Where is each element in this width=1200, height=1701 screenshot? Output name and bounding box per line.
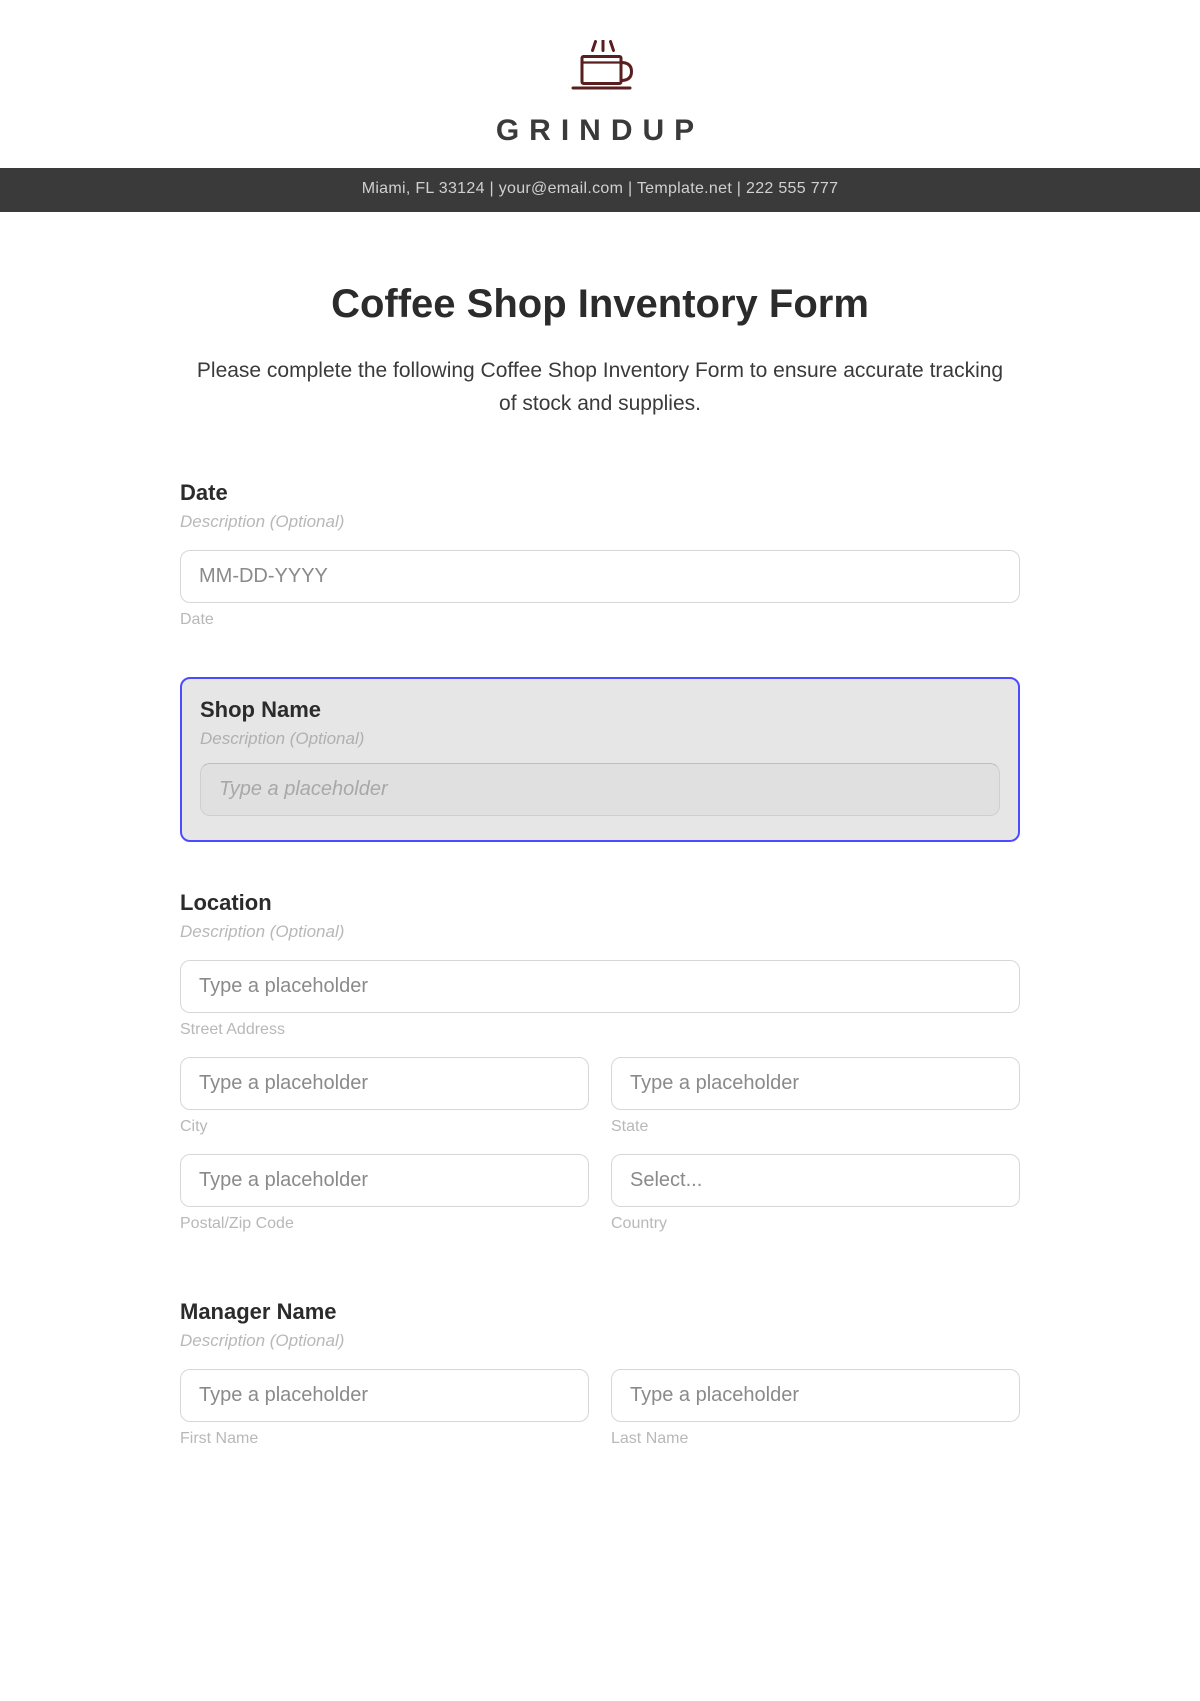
info-bar: Miami, FL 33124 | your@email.com | Templ… [0, 168, 1200, 212]
coffee-cup-icon [560, 40, 640, 100]
location-label: Location [180, 890, 1020, 916]
location-desc: Description (Optional) [180, 922, 1020, 942]
section-shop-name[interactable]: Shop Name Description (Optional) [180, 677, 1020, 842]
date-sublabel: Date [180, 611, 1020, 629]
brand-name: GRINDUP [496, 114, 704, 148]
country-select[interactable] [611, 1154, 1020, 1207]
state-sublabel: State [611, 1118, 1020, 1136]
form-intro: Please complete the following Coffee Sho… [190, 355, 1010, 420]
last-name-sublabel: Last Name [611, 1430, 1020, 1448]
shop-name-label: Shop Name [200, 697, 1000, 723]
manager-desc: Description (Optional) [180, 1331, 1020, 1351]
section-location: Location Description (Optional) Street A… [180, 890, 1020, 1251]
section-manager: Manager Name Description (Optional) Firs… [180, 1299, 1020, 1448]
postal-input[interactable] [180, 1154, 589, 1207]
first-name-input[interactable] [180, 1369, 589, 1422]
manager-label: Manager Name [180, 1299, 1020, 1325]
city-input[interactable] [180, 1057, 589, 1110]
date-desc: Description (Optional) [180, 512, 1020, 532]
form-content: Coffee Shop Inventory Form Please comple… [140, 212, 1060, 1488]
shop-name-input[interactable] [200, 763, 1000, 816]
header: GRINDUP [0, 0, 1200, 168]
street-sublabel: Street Address [180, 1021, 1020, 1039]
form-title: Coffee Shop Inventory Form [180, 282, 1020, 327]
first-name-sublabel: First Name [180, 1430, 589, 1448]
date-input[interactable] [180, 550, 1020, 603]
country-sublabel: Country [611, 1215, 1020, 1233]
street-input[interactable] [180, 960, 1020, 1013]
page: GRINDUP Miami, FL 33124 | your@email.com… [0, 0, 1200, 1488]
logo: GRINDUP [0, 40, 1200, 148]
state-input[interactable] [611, 1057, 1020, 1110]
section-date: Date Description (Optional) Date [180, 480, 1020, 629]
postal-sublabel: Postal/Zip Code [180, 1215, 589, 1233]
last-name-input[interactable] [611, 1369, 1020, 1422]
city-sublabel: City [180, 1118, 589, 1136]
shop-name-desc: Description (Optional) [200, 729, 1000, 749]
date-label: Date [180, 480, 1020, 506]
